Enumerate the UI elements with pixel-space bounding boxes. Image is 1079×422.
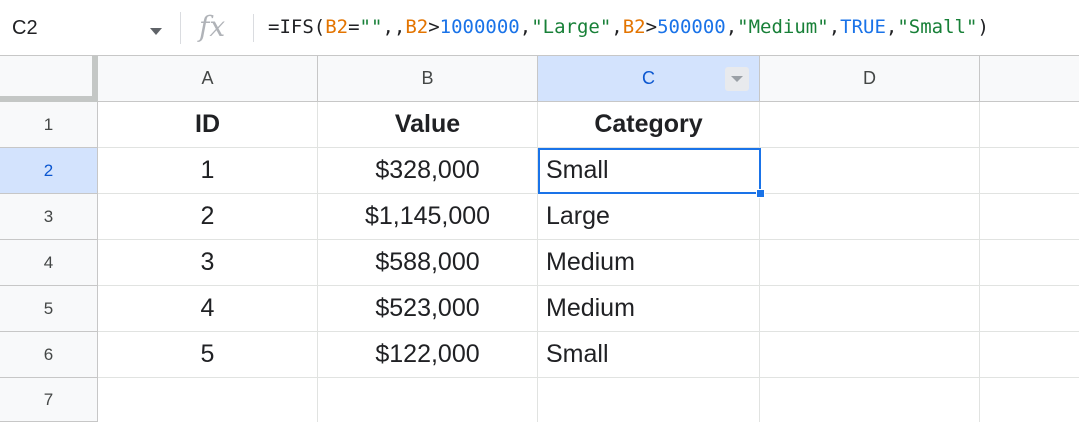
row-header-label: 7 [43, 389, 54, 409]
cell-e6[interactable] [980, 332, 1079, 378]
row-header-label: 1 [43, 114, 54, 134]
cell-c4[interactable]: Medium [538, 240, 760, 286]
cell-d7[interactable] [760, 378, 980, 422]
cell-a5[interactable]: 4 [98, 286, 318, 332]
cell-e1[interactable] [980, 102, 1079, 148]
column-header-label: A [201, 68, 214, 88]
select-all-corner[interactable] [0, 56, 98, 102]
row-header-4[interactable]: 4 [0, 240, 98, 286]
formula-token-bool: TRUE [840, 16, 886, 38]
cell-b4[interactable]: $588,000 [318, 240, 538, 286]
formula-token-ref: B2 [622, 16, 646, 38]
cell-d1[interactable] [760, 102, 980, 148]
cell-b7[interactable] [318, 378, 538, 422]
formula-token-plain: = [348, 16, 360, 38]
row-header-label: 5 [43, 298, 54, 318]
cell-e2[interactable] [980, 148, 1079, 194]
cell-e5[interactable] [980, 286, 1079, 332]
cell-b3[interactable]: $1,145,000 [318, 194, 538, 240]
column-header-label: C [642, 68, 655, 88]
formula-token-plain: , [611, 16, 623, 38]
cell-a3[interactable]: 2 [98, 194, 318, 240]
formula-input[interactable]: =IFS(B2="",,B2>1000000,"Large",B2>500000… [268, 16, 989, 38]
column-header-label: D [863, 68, 876, 88]
cell-a6[interactable]: 5 [98, 332, 318, 378]
formula-token-str: "" [359, 16, 383, 38]
column-header-b[interactable]: B [318, 56, 538, 102]
formula-token-plain: > [645, 16, 658, 38]
cell-a1[interactable]: ID [98, 102, 318, 148]
name-box-value[interactable]: C2 [12, 17, 38, 40]
fill-handle[interactable] [756, 189, 765, 198]
column-header-c[interactable]: C [538, 56, 760, 102]
formula-token-plain: , [519, 16, 532, 38]
formula-token-str: "Large" [531, 16, 612, 38]
formula-token-plain: ) [977, 16, 989, 38]
cell-e7[interactable] [980, 378, 1079, 422]
formula-token-plain: , [725, 16, 738, 38]
row-header-3[interactable]: 3 [0, 194, 98, 240]
formula-token-ref: B2 [405, 16, 429, 38]
row-header-6[interactable]: 6 [0, 332, 98, 378]
formula-token-num: 1000000 [439, 16, 520, 38]
formula-bar: C2 fx =IFS(B2="",,B2>1000000,"Large",B2>… [0, 0, 1079, 56]
cell-b6[interactable]: $122,000 [318, 332, 538, 378]
cell-d2[interactable] [760, 148, 980, 194]
cell-c6[interactable]: Small [538, 332, 760, 378]
fx-icon: fx [199, 10, 226, 43]
cell-b1[interactable]: Value [318, 102, 538, 148]
column-header-e[interactable] [980, 56, 1079, 102]
row-header-label: 2 [43, 160, 54, 180]
cell-c1[interactable]: Category [538, 102, 760, 148]
column-header-d[interactable]: D [760, 56, 980, 102]
cell-c3[interactable]: Large [538, 194, 760, 240]
cell-c5[interactable]: Medium [538, 286, 760, 332]
formula-token-plain: > [428, 16, 440, 38]
formula-token-plain: , [828, 16, 841, 38]
column-header-a[interactable]: A [98, 56, 318, 102]
formula-token-str: "Medium" [737, 16, 829, 38]
row-header-7[interactable]: 7 [0, 378, 98, 422]
formula-token-str: "Small" [897, 16, 978, 38]
chevron-down-icon[interactable] [150, 28, 162, 35]
cell-d6[interactable] [760, 332, 980, 378]
cell-c2[interactable]: Small [538, 148, 760, 194]
column-menu-dropdown-icon[interactable] [725, 67, 749, 91]
formula-token-plain: ,, [382, 16, 406, 38]
column-header-label: B [421, 68, 434, 88]
cell-d3[interactable] [760, 194, 980, 240]
cell-d5[interactable] [760, 286, 980, 332]
formula-token-plain: =IFS( [268, 16, 326, 38]
cell-c7[interactable] [538, 378, 760, 422]
fx-divider [253, 14, 254, 42]
cell-a2[interactable]: 1 [98, 148, 318, 194]
row-header-label: 6 [43, 344, 54, 364]
formula-token-num: 500000 [657, 16, 726, 38]
row-header-2[interactable]: 2 [0, 148, 98, 194]
formula-token-ref: B2 [325, 16, 349, 38]
row-header-1[interactable]: 1 [0, 102, 98, 148]
cell-e4[interactable] [980, 240, 1079, 286]
cell-e3[interactable] [980, 194, 1079, 240]
formula-token-plain: , [885, 16, 898, 38]
row-header-5[interactable]: 5 [0, 286, 98, 332]
cell-b5[interactable]: $523,000 [318, 286, 538, 332]
cell-a4[interactable]: 3 [98, 240, 318, 286]
row-header-label: 4 [43, 252, 54, 272]
name-box-divider [180, 12, 181, 44]
row-header-label: 3 [43, 206, 54, 226]
cell-d4[interactable] [760, 240, 980, 286]
cell-b2[interactable]: $328,000 [318, 148, 538, 194]
name-box[interactable]: C2 [0, 0, 178, 56]
cell-a7[interactable] [98, 378, 318, 422]
